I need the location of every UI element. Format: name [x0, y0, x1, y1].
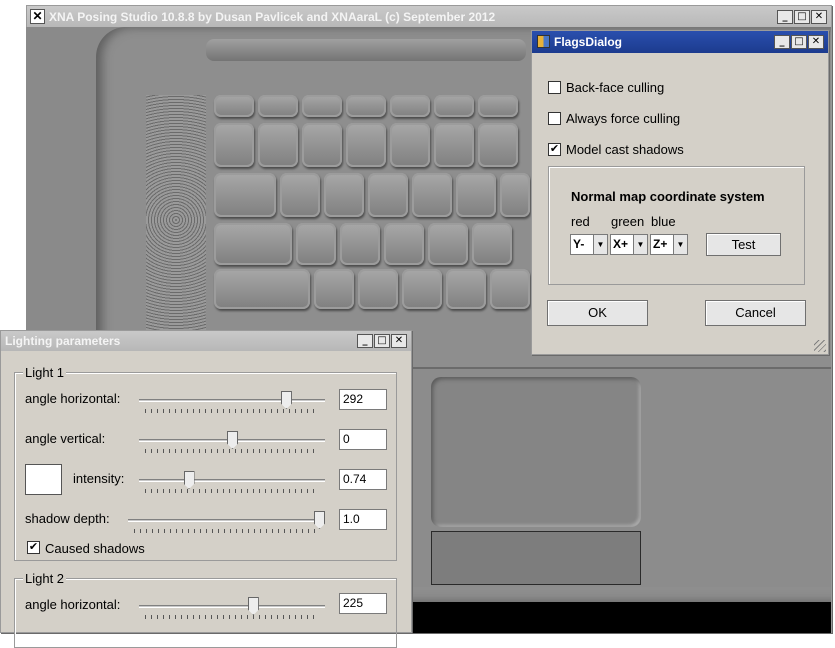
lighting-titlebar: Lighting parameters _ □ ✕: [1, 331, 411, 351]
ok-button[interactable]: OK: [547, 300, 648, 326]
angle-vertical-label: angle vertical:: [25, 431, 106, 446]
normal-map-group: Normal map coordinate system red green b…: [548, 166, 805, 285]
intensity-label: intensity:: [73, 471, 125, 486]
cancel-button[interactable]: Cancel: [705, 300, 806, 326]
always-force-culling-label: Always force culling: [566, 111, 681, 126]
minimize-icon[interactable]: _: [774, 35, 790, 49]
chevron-down-icon[interactable]: ▼: [633, 235, 647, 254]
green-value: X+: [613, 237, 629, 251]
light1-shadow-depth-slider[interactable]: [128, 511, 325, 533]
close-icon[interactable]: ✕: [808, 35, 824, 49]
resize-grip-icon[interactable]: [814, 340, 826, 352]
top-bar: [206, 39, 526, 61]
normal-map-title: Normal map coordinate system: [571, 189, 765, 204]
chevron-down-icon[interactable]: ▼: [593, 235, 607, 254]
angle-horizontal-label: angle horizontal:: [25, 597, 121, 612]
close-icon[interactable]: ✕: [391, 334, 407, 348]
light1-color-swatch[interactable]: [25, 464, 62, 495]
light2-angle-horizontal-input[interactable]: 225: [339, 593, 387, 614]
minimize-icon[interactable]: _: [357, 334, 373, 348]
green-select[interactable]: X+ ▼: [610, 234, 648, 255]
maximize-icon[interactable]: □: [791, 35, 807, 49]
blue-value: Z+: [653, 237, 668, 251]
light1-intensity-input[interactable]: 0.74: [339, 469, 387, 490]
flags-dialog: FlagsDialog _ □ ✕ Back-face culling Alwa…: [531, 30, 829, 355]
speaker-grille: [146, 95, 206, 345]
light2-group: Light 2 angle horizontal: 225: [14, 571, 397, 648]
form-icon: [537, 35, 550, 48]
maximize-icon[interactable]: □: [374, 334, 390, 348]
blue-select[interactable]: Z+ ▼: [650, 234, 688, 255]
light1-shadow-depth-input[interactable]: 1.0: [339, 509, 387, 530]
minimize-icon[interactable]: _: [777, 10, 793, 24]
light1-group: Light 1 angle horizontal: 292 angle vert…: [14, 365, 397, 561]
main-window-controls: _ □ ✕: [777, 10, 827, 24]
backface-culling-checkbox[interactable]: [548, 81, 561, 94]
xna-app-icon: ✕: [30, 9, 45, 24]
trackpad-button: [431, 531, 641, 585]
chevron-down-icon[interactable]: ▼: [673, 235, 687, 254]
model-cast-shadows-label: Model cast shadows: [566, 142, 684, 157]
backface-culling-label: Back-face culling: [566, 80, 665, 95]
light1-intensity-slider[interactable]: [139, 471, 325, 493]
caused-shadows-label: Caused shadows: [45, 541, 145, 556]
blue-label: blue: [651, 214, 676, 229]
green-label: green: [611, 214, 645, 229]
lighting-parameters-window: Lighting parameters _ □ ✕ Light 1 angle …: [0, 330, 412, 648]
red-select[interactable]: Y- ▼: [570, 234, 608, 255]
lighting-title: Lighting parameters: [5, 334, 121, 348]
shadow-depth-label: shadow depth:: [25, 511, 110, 526]
model-cast-shadows-checkbox[interactable]: ✔: [548, 143, 561, 156]
red-value: Y-: [573, 237, 585, 251]
red-label: red: [571, 214, 590, 229]
close-icon[interactable]: ✕: [811, 10, 827, 24]
light1-angle-vertical-slider[interactable]: [139, 431, 325, 453]
flags-dialog-titlebar: FlagsDialog _ □ ✕: [532, 31, 828, 53]
slider-thumb[interactable]: [247, 597, 259, 615]
flags-dialog-controls: _ □ ✕: [774, 35, 824, 49]
flags-dialog-title: FlagsDialog: [554, 35, 623, 49]
main-titlebar: ✕ XNA Posing Studio 10.8.8 by Dusan Pavl…: [27, 6, 831, 28]
angle-horizontal-label: angle horizontal:: [25, 391, 121, 406]
slider-thumb[interactable]: [183, 471, 195, 489]
light1-group-label: Light 1: [23, 365, 67, 380]
test-button[interactable]: Test: [706, 233, 781, 256]
always-force-culling-checkbox[interactable]: [548, 112, 561, 125]
light1-angle-horizontal-input[interactable]: 292: [339, 389, 387, 410]
maximize-icon[interactable]: □: [794, 10, 810, 24]
slider-thumb[interactable]: [227, 431, 238, 449]
slider-thumb[interactable]: [314, 511, 325, 529]
light1-angle-vertical-input[interactable]: 0: [339, 429, 387, 450]
caused-shadows-checkbox[interactable]: ✔: [27, 541, 40, 554]
light1-angle-horizontal-slider[interactable]: [139, 391, 325, 413]
main-window-title: XNA Posing Studio 10.8.8 by Dusan Pavlic…: [49, 10, 496, 24]
trackpad: [431, 377, 641, 527]
lighting-window-controls: _ □ ✕: [357, 334, 407, 348]
light2-angle-horizontal-slider[interactable]: [139, 597, 325, 619]
light2-group-label: Light 2: [23, 571, 67, 586]
slider-thumb[interactable]: [280, 391, 292, 409]
